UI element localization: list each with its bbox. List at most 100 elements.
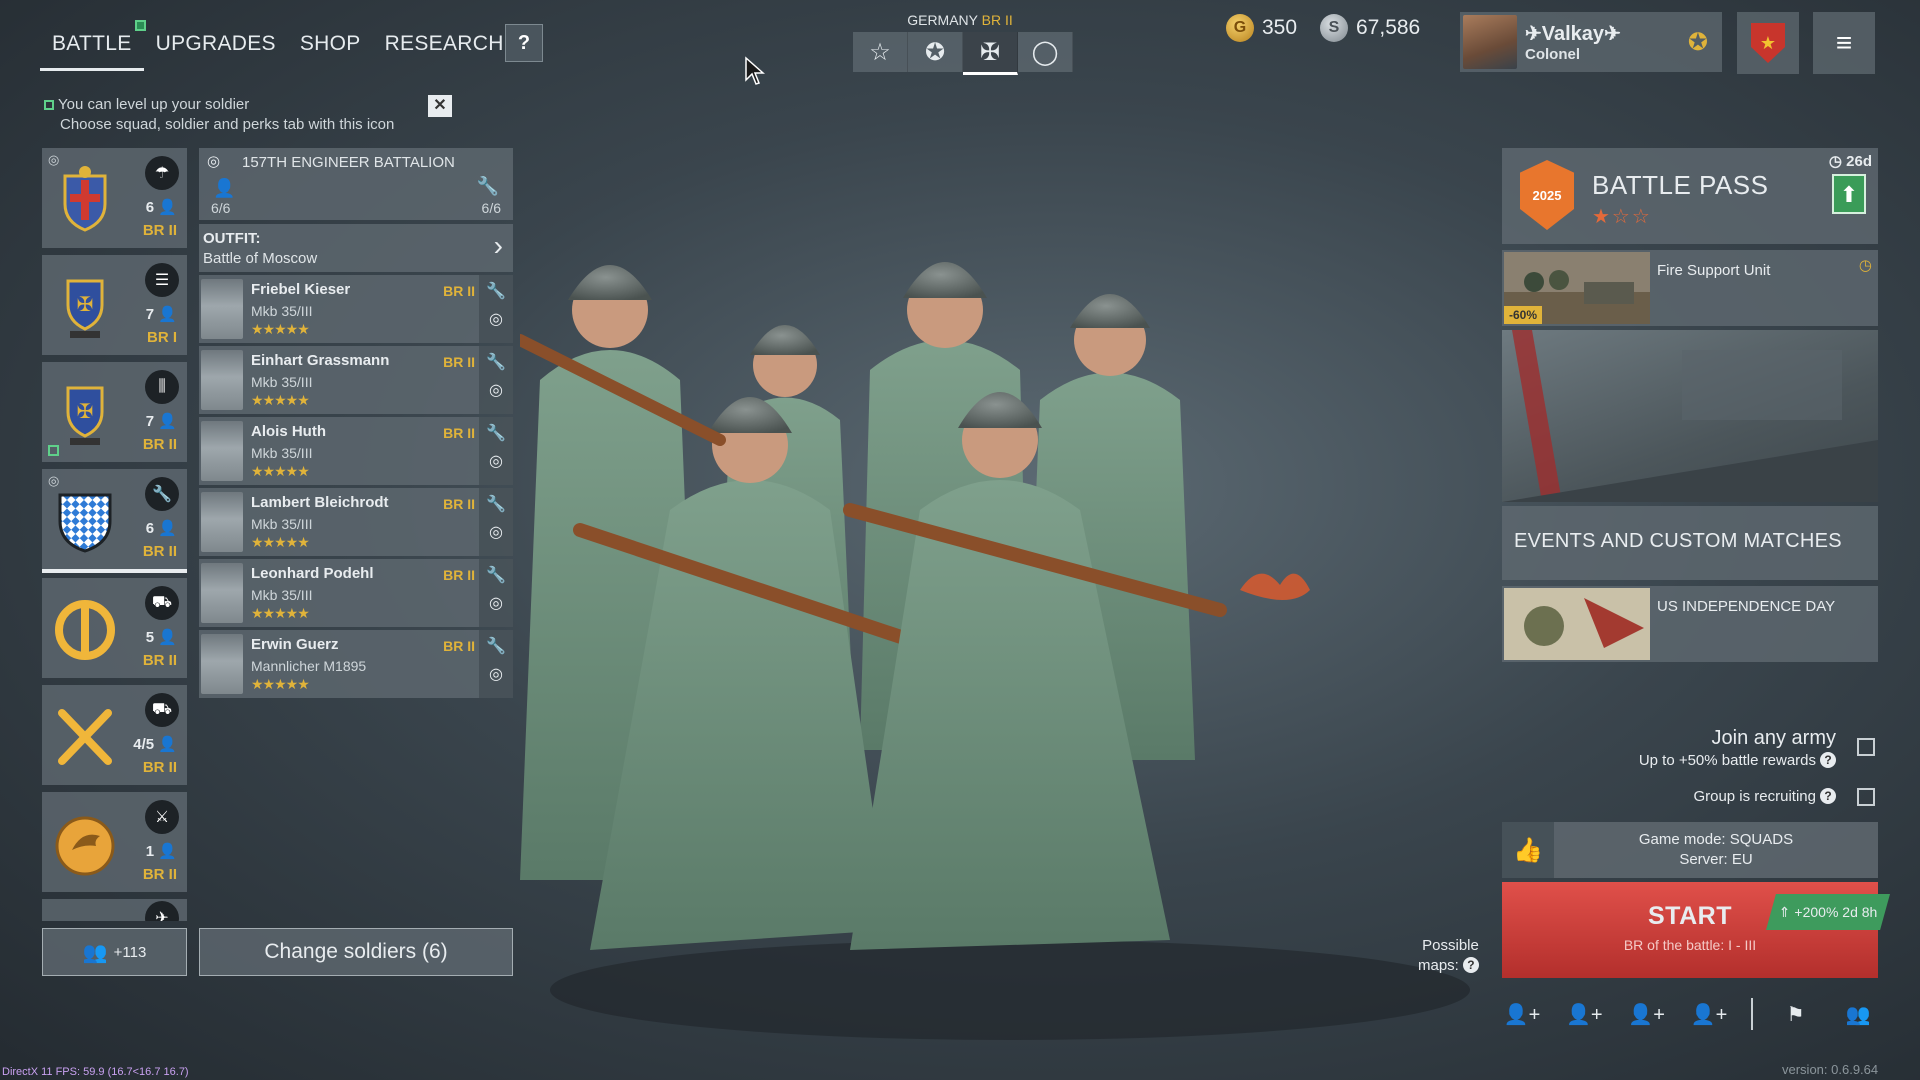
offer-card[interactable]: -60% Fire Support Unit ◷ bbox=[1502, 250, 1878, 326]
invite-player-icon[interactable]: 👤+ bbox=[1627, 996, 1667, 1032]
xp-boost-icon: ⇑ bbox=[1778, 903, 1791, 920]
bavaria-emblem-icon bbox=[58, 493, 112, 553]
battle-pass-card[interactable]: 2025 BATTLE PASS ★☆☆ ◷ 26d ⬆ bbox=[1502, 148, 1878, 244]
invite-player-icon[interactable]: 👤+ bbox=[1564, 996, 1604, 1032]
events-custom-matches-button[interactable]: EVENTS AND CUSTOM MATCHES bbox=[1502, 506, 1878, 580]
silver-currency[interactable]: S 67,586 bbox=[1320, 14, 1420, 42]
battalion-header[interactable]: ◎ 157TH ENGINEER BATTALION 👤 6/6 🔧 6/6 bbox=[199, 148, 513, 220]
perk-medal-icon[interactable]: ◎ bbox=[479, 451, 513, 471]
wrench-icon[interactable]: 🔧 bbox=[479, 281, 513, 301]
help-button[interactable]: ? bbox=[505, 24, 543, 62]
soldier-row[interactable]: Friebel Kieser Mkb 35/III ★★★★★ BR II 🔧 ◎ bbox=[199, 275, 513, 343]
hint-close-button[interactable]: ✕ bbox=[428, 95, 452, 117]
soldier-row[interactable]: Einhart Grassmann Mkb 35/III ★★★★★ BR II… bbox=[199, 346, 513, 414]
rank-button[interactable]: ★ bbox=[1737, 12, 1799, 74]
soldier-weapon: Mkb 35/III bbox=[251, 374, 313, 390]
level-up-hint: You can level up your soldier Choose squ… bbox=[44, 95, 394, 135]
nation-japan-button[interactable]: ◯ bbox=[1018, 32, 1073, 72]
help-icon[interactable]: ? bbox=[1462, 957, 1479, 973]
soldier-tools: 🔧 ◎ bbox=[479, 417, 513, 485]
perk-medal-icon[interactable]: ◎ bbox=[479, 664, 513, 684]
soldier-row[interactable]: Erwin Guerz Mannlicher M1895 ★★★★★ BR II… bbox=[199, 630, 513, 698]
help-icon[interactable]: ? bbox=[1820, 752, 1836, 768]
wrench-icon[interactable]: 🔧 bbox=[479, 494, 513, 514]
help-icon[interactable]: ? bbox=[1820, 788, 1836, 804]
friends-icon[interactable]: 👥 bbox=[1838, 996, 1878, 1032]
hint-marker-icon bbox=[44, 100, 54, 110]
perk-medal-icon[interactable]: ◎ bbox=[479, 309, 513, 329]
nation-germany-button[interactable]: ✠ bbox=[963, 32, 1018, 75]
nation-ussr-button[interactable]: ✪ bbox=[908, 32, 963, 72]
squad-emblem-icon: ✠ bbox=[66, 279, 104, 338]
wrench-icon[interactable]: 🔧 bbox=[479, 352, 513, 372]
tab-shop[interactable]: SHOP bbox=[288, 22, 373, 71]
squad-card[interactable]: ⚔ 1 👤 BR II bbox=[42, 792, 187, 892]
squad-count: 4/5 👤 bbox=[133, 736, 177, 753]
squad-br: BR II bbox=[142, 543, 177, 560]
perk-medal-icon[interactable]: ◎ bbox=[479, 380, 513, 400]
soldier-br: BR II bbox=[443, 638, 475, 654]
squad-card[interactable]: ◎ ☂ 6 👤 BR II bbox=[42, 148, 187, 248]
squad-card[interactable]: ✠ ⫼ 7 👤 BR II bbox=[42, 362, 187, 462]
tab-upgrades[interactable]: UPGRADES bbox=[144, 22, 288, 71]
tab-research[interactable]: RESEARCH bbox=[373, 22, 516, 71]
squad-br: BR II bbox=[142, 759, 177, 776]
soldier-name: Lambert Bleichrodt bbox=[251, 494, 389, 511]
flag-icon[interactable]: ⚑ bbox=[1776, 996, 1816, 1032]
outfit-selector[interactable]: OUTFIT: Battle of Moscow › bbox=[199, 224, 513, 272]
squad-card-selected[interactable]: ◎ 🔧 6 👤 BR II bbox=[42, 469, 187, 573]
nation-usa-button[interactable]: ☆ bbox=[853, 32, 908, 72]
soldier-name: Friebel Kieser bbox=[251, 281, 351, 298]
soldier-tools: 🔧 ◎ bbox=[479, 630, 513, 698]
soldier-row[interactable]: Leonhard Podehl Mkb 35/III ★★★★★ BR II 🔧… bbox=[199, 559, 513, 627]
thumbs-up-icon[interactable]: 👍 bbox=[1502, 822, 1554, 878]
gold-currency[interactable]: G 350 bbox=[1226, 14, 1297, 42]
change-soldiers-button[interactable]: Change soldiers (6) bbox=[199, 928, 513, 976]
invite-player-icon[interactable]: 👤+ bbox=[1689, 996, 1729, 1032]
reserve-soldiers-icon: 👥 bbox=[82, 941, 108, 964]
nation-label: GERMANY BR II bbox=[853, 12, 1067, 28]
game-mode-selector[interactable]: 👍 Game mode: SQUADS Server: EU bbox=[1502, 822, 1878, 878]
game-mode-text: Game mode: SQUADS bbox=[1638, 831, 1794, 848]
possible-maps[interactable]: Possible maps:? bbox=[1418, 936, 1479, 976]
wrench-icon[interactable]: 🔧 bbox=[479, 565, 513, 585]
battle-pass-title: BATTLE PASS bbox=[1592, 170, 1769, 200]
possible-maps-line1: Possible bbox=[1422, 937, 1479, 954]
tab-battle[interactable]: BATTLE bbox=[40, 20, 146, 71]
main-menu-button[interactable]: ≡ bbox=[1813, 12, 1875, 74]
new-indicator bbox=[48, 445, 59, 456]
battle-pass-timer: ◷ 26d bbox=[1829, 152, 1872, 170]
soldier-weapon: Mkb 35/III bbox=[251, 587, 313, 603]
join-any-army-checkbox[interactable] bbox=[1857, 738, 1875, 756]
perk-medal-icon[interactable]: ◎ bbox=[479, 593, 513, 613]
squad-soldiers-scene bbox=[520, 262, 1470, 1040]
reserve-button[interactable]: 👥 +113 bbox=[42, 928, 187, 976]
soldier-row[interactable]: Alois Huth Mkb 35/III ★★★★★ BR II 🔧 ◎ bbox=[199, 417, 513, 485]
soldier-tools: 🔧 ◎ bbox=[479, 488, 513, 556]
hint-line2: Choose squad, soldier and perks tab with… bbox=[60, 116, 395, 133]
melee-icon: ⚔ bbox=[145, 800, 179, 834]
wrench-icon[interactable]: 🔧 bbox=[479, 423, 513, 443]
soldier-row[interactable]: Lambert Bleichrodt Mkb 35/III ★★★★★ BR I… bbox=[199, 488, 513, 556]
soldier-weapon: Mkb 35/III bbox=[251, 445, 313, 461]
invite-player-icon[interactable]: 👤+ bbox=[1502, 996, 1542, 1032]
event-card[interactable]: US INDEPENDENCE DAY bbox=[1502, 586, 1878, 662]
squad-card[interactable]: ✠ ☰ 7 👤 BR I bbox=[42, 255, 187, 355]
perk-medal-icon[interactable]: ◎ bbox=[479, 522, 513, 542]
wrench-icon[interactable]: 🔧 bbox=[479, 636, 513, 656]
player-name: ✈Valkay✈ bbox=[1525, 23, 1621, 45]
squad-br: BR II bbox=[142, 866, 177, 883]
squad-card[interactable]: ⛟ 5 👤 BR II bbox=[42, 578, 187, 678]
events-banner-image[interactable] bbox=[1502, 330, 1878, 502]
soldier-portrait bbox=[201, 350, 243, 410]
group-recruiting-option: Group is recruiting? bbox=[1693, 788, 1836, 805]
version-label: version: 0.6.9.64 bbox=[1782, 1062, 1879, 1077]
nation-br: BR II bbox=[981, 12, 1013, 28]
player-name-text: Valkay bbox=[1541, 23, 1605, 45]
upgrade-arrow-icon[interactable]: ⬆ bbox=[1832, 174, 1866, 214]
group-recruiting-checkbox[interactable] bbox=[1857, 788, 1875, 806]
squad-card-partial[interactable]: ✈ bbox=[42, 899, 187, 921]
start-button[interactable]: START BR of the battle: I - III ⇑ +200% 2… bbox=[1502, 882, 1890, 978]
player-profile[interactable]: ✈Valkay✈ Colonel ✪ bbox=[1460, 12, 1722, 72]
squad-card[interactable]: ⛟ 4/5 👤 BR II bbox=[42, 685, 187, 785]
